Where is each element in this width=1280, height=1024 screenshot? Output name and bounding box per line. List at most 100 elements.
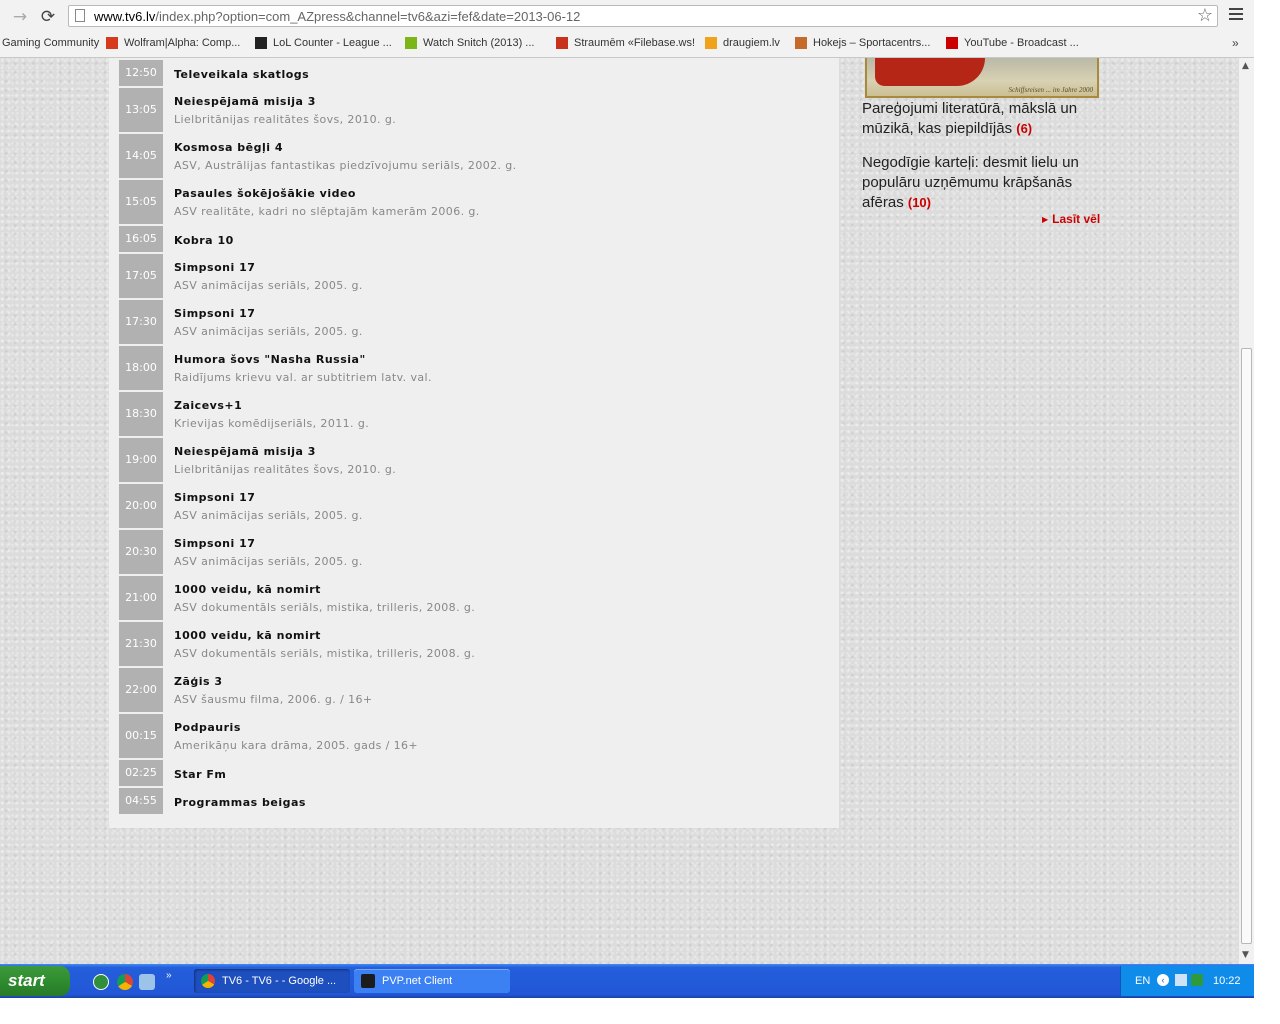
clock[interactable]: 10:22 — [1213, 975, 1241, 987]
tray-app-icon[interactable] — [1191, 974, 1203, 986]
time-cell: 20:30 — [119, 530, 163, 574]
menu-icon[interactable] — [1229, 8, 1243, 23]
time-cell: 12:50 — [119, 60, 163, 86]
read-more-link[interactable]: ▶ Lasīt vēl — [1042, 212, 1100, 226]
comment-count[interactable]: (6) — [1016, 121, 1032, 136]
time-cell: 21:30 — [119, 622, 163, 666]
program-title: Simpsoni 17 — [174, 307, 256, 320]
taskbar-button[interactable]: PVP.net Client — [354, 969, 510, 993]
bookmark-label[interactable]: Gaming Community — [2, 37, 99, 49]
time-cell: 16:05 — [119, 226, 163, 252]
youtube-icon — [946, 37, 958, 49]
program-title: Televeikala skatlogs — [174, 68, 310, 81]
program-title: Neiespējamā misija 3 — [174, 445, 316, 458]
triangle-right-icon: ▶ — [1042, 215, 1049, 224]
url-text[interactable]: www.tv6.lv/index.php?option=com_AZpress&… — [94, 9, 580, 24]
scroll-thumb[interactable] — [1241, 348, 1252, 944]
program-description: ASV animācijas seriāls, 2005. g. — [174, 279, 363, 292]
time-cell: 13:05 — [119, 88, 163, 132]
bookmark-label[interactable]: Wolfram|Alpha: Comp... — [124, 37, 240, 49]
program-title: Star Fm — [174, 768, 227, 781]
bookmark-label[interactable]: Watch Snitch (2013) ... — [423, 37, 534, 49]
time-cell: 17:05 — [119, 254, 163, 298]
article-link-text[interactable]: Pareģojumi literatūrā, mākslā un mūzikā,… — [862, 100, 1077, 137]
bookmark-item[interactable]: Hokejs – Sportacentrs... — [795, 37, 930, 49]
schedule-row: 18:00 Humora šovs "Nasha Russia" Raidījums… — [119, 346, 839, 390]
schedule-row: 02:25 Star Fm — [119, 760, 839, 786]
schedule-row: 00:15 Podpauris Amerikāņu kara drāma, 2005… — [119, 714, 839, 758]
draugiem-icon — [705, 37, 717, 49]
quicklaunch-more[interactable]: » — [166, 970, 172, 981]
bookmark-item[interactable]: YouTube - Broadcast ... — [946, 37, 1079, 49]
program-title: 1000 veidu, kā nomirt — [174, 629, 321, 642]
reload-icon[interactable]: ⟳ — [37, 6, 59, 28]
chrome-icon[interactable] — [117, 974, 133, 990]
bookmark-item[interactable]: Gaming Community — [2, 37, 99, 49]
bookmark-item[interactable]: Wolfram|Alpha: Comp... — [106, 37, 240, 49]
bookmark-label[interactable]: LoL Counter - League ... — [273, 37, 392, 49]
program-description: ASV animācijas seriāls, 2005. g. — [174, 555, 363, 568]
program-title: Programmas beigas — [174, 796, 306, 809]
taskbar-button[interactable]: TV6 - TV6 - - Google ... — [194, 969, 350, 993]
address-bar[interactable]: www.tv6.lv/index.php?option=com_AZpress&… — [68, 5, 1218, 27]
network-icon[interactable] — [1175, 974, 1187, 986]
schedule-row: 04:55 Programmas beigas — [119, 788, 839, 814]
play-icon — [405, 37, 417, 49]
forward-arrow-icon[interactable]: → — [9, 6, 31, 28]
comment-count[interactable]: (10) — [908, 195, 931, 210]
schedule-row: 18:30 Zaicevs+1 Krievijas komēdijseriāls, … — [119, 392, 839, 436]
schedule-row: 22:00 Zāģis 3 ASV šausmu filma, 2006. g. /… — [119, 668, 839, 712]
vertical-scrollbar[interactable]: ▲ ▼ — [1238, 58, 1254, 964]
desktop-edge-right — [1254, 0, 1280, 998]
program-title: Zaicevs+1 — [174, 399, 243, 412]
program-description: Raidījums krievu val. ar subtitriem latv… — [174, 371, 432, 384]
schedule-row: 21:30 1000 veidu, kā nomirt ASV dokumentāl… — [119, 622, 839, 666]
filebase-icon — [556, 37, 568, 49]
article-link-predictions[interactable]: Pareģojumi literatūrā, mākslā un mūzikā,… — [862, 99, 1102, 139]
schedule-row: 21:00 1000 veidu, kā nomirt ASV dokumentāl… — [119, 576, 839, 620]
chevron-left-icon[interactable]: ‹ — [1157, 974, 1169, 986]
bookmark-label[interactable]: draugiem.lv — [723, 37, 780, 49]
time-cell: 04:55 — [119, 788, 163, 814]
program-title: Simpsoni 17 — [174, 491, 256, 504]
bookmark-star-icon[interactable]: ☆ — [1197, 5, 1213, 26]
time-cell: 17:30 — [119, 300, 163, 344]
bookmark-item[interactable]: Straumēm «Filebase.ws! — [556, 37, 695, 49]
bookmarks-overflow-button[interactable]: » — [1232, 36, 1239, 50]
desktop-edge — [0, 998, 1280, 1024]
time-cell: 22:00 — [119, 668, 163, 712]
promo-image[interactable]: Schiffsreisen ... im Jahre 2000 — [865, 58, 1099, 98]
page-content: 12:50 Televeikala skatlogs 13:05 Neiespējam… — [0, 58, 1238, 964]
time-cell: 18:30 — [119, 392, 163, 436]
article-link-text[interactable]: Negodīgie karteļi: desmit lielu un popul… — [862, 154, 1079, 211]
bookmark-item[interactable]: draugiem.lv — [705, 37, 780, 49]
image-caption: Schiffsreisen ... im Jahre 2000 — [1008, 86, 1093, 94]
schedule-row: 16:05 Kobra 10 — [119, 226, 839, 252]
app-icon[interactable] — [139, 974, 155, 990]
program-description: Amerikāņu kara drāma, 2005. gads / 16+ — [174, 739, 419, 752]
program-description: ASV animācijas seriāls, 2005. g. — [174, 325, 363, 338]
program-title: Simpsoni 17 — [174, 537, 256, 550]
scroll-down-icon[interactable]: ▼ — [1242, 950, 1249, 960]
bookmark-label[interactable]: YouTube - Broadcast ... — [964, 37, 1079, 49]
article-link-cartels[interactable]: Negodīgie karteļi: desmit lielu un popul… — [862, 153, 1102, 213]
utorrent-icon[interactable] — [93, 974, 109, 990]
scroll-up-icon[interactable]: ▲ — [1242, 61, 1249, 71]
bookmark-item[interactable]: LoL Counter - League ... — [255, 37, 392, 49]
program-title: Simpsoni 17 — [174, 261, 256, 274]
bookmark-item[interactable]: Watch Snitch (2013) ... — [405, 37, 534, 49]
browser-toolbar: → ⟳ www.tv6.lv/index.php?option=com_AZpr… — [0, 0, 1254, 33]
time-cell: 18:00 — [119, 346, 163, 390]
schedule-row: 15:05 Pasaules šokējošākie video ASV reali… — [119, 180, 839, 224]
schedule-row: 19:00 Neiespējamā misija 3 Lielbritānijas … — [119, 438, 839, 482]
read-more-label[interactable]: Lasīt vēl — [1052, 212, 1100, 226]
program-title: Kobra 10 — [174, 234, 234, 247]
program-description: ASV šausmu filma, 2006. g. / 16+ — [174, 693, 373, 706]
taskbar-button-label: PVP.net Client — [382, 975, 453, 987]
bookmark-label[interactable]: Hokejs – Sportacentrs... — [813, 37, 930, 49]
language-indicator[interactable]: EN — [1135, 975, 1150, 987]
program-description: ASV dokumentāls seriāls, mistika, trille… — [174, 647, 476, 660]
bookmark-label[interactable]: Straumēm «Filebase.ws! — [574, 37, 695, 49]
program-title: Pasaules šokējošākie video — [174, 187, 356, 200]
start-button[interactable]: start — [0, 966, 70, 996]
